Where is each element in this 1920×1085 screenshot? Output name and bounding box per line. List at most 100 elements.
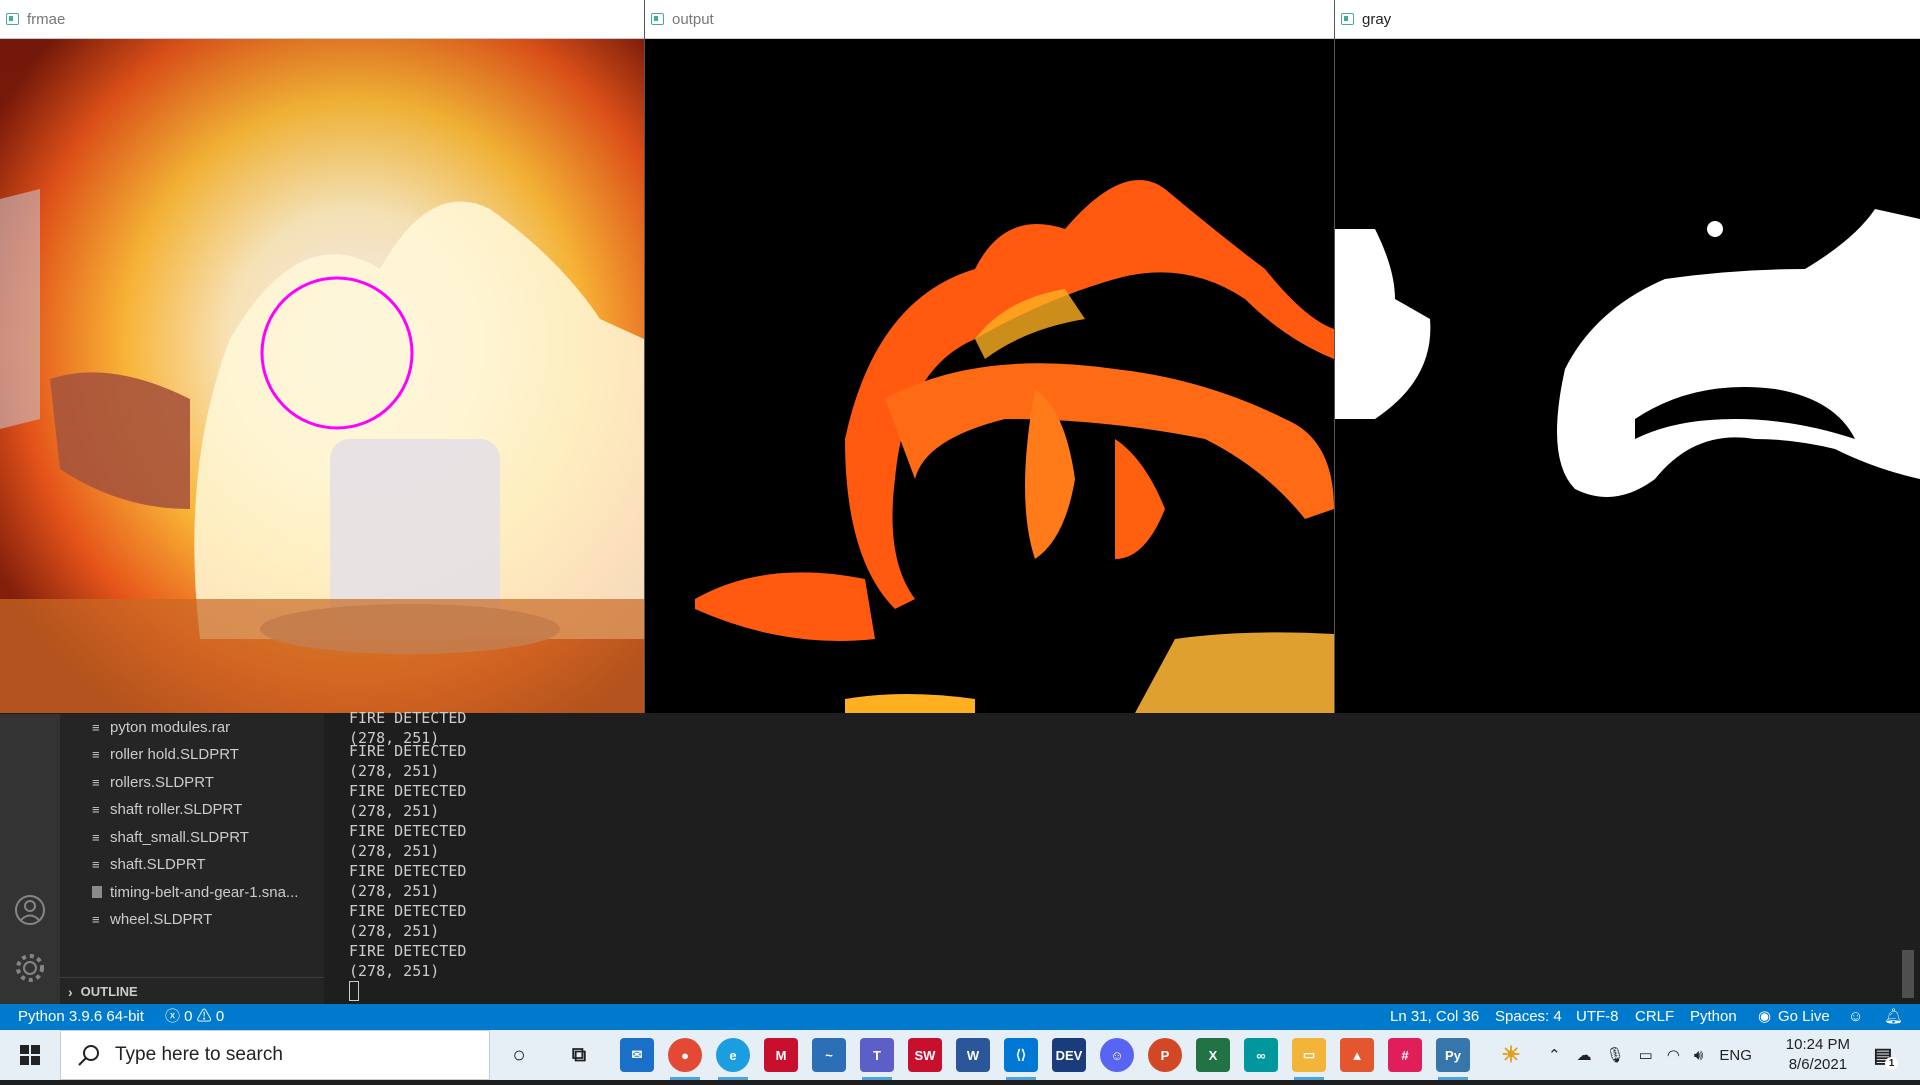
window-icon	[6, 13, 19, 25]
file-lines-icon: ≡	[92, 856, 100, 872]
whiteboard-icon[interactable]: ~	[812, 1038, 846, 1072]
file-lines-icon: ≡	[92, 911, 100, 927]
output-image	[645, 39, 1334, 713]
outline-section-header[interactable]: › OUTLINE	[60, 977, 324, 1005]
encoding-status[interactable]: UTF-8	[1576, 1004, 1619, 1030]
vscode-icon[interactable]: ⟨⟩	[1004, 1038, 1038, 1080]
excel-icon[interactable]: X	[1196, 1038, 1230, 1072]
fire-scene-image	[0, 39, 644, 713]
discord-icon[interactable]: ☺	[1100, 1038, 1134, 1072]
word-icon[interactable]: W	[956, 1038, 990, 1072]
terminal-line: FIRE DETECTED	[349, 822, 467, 840]
battery-icon[interactable]: ▭	[1639, 1046, 1653, 1064]
file-item[interactable]: ≡ shaft.SLDPRT	[92, 851, 206, 877]
arduino-icon[interactable]: ∞	[1244, 1038, 1278, 1072]
volume-icon[interactable]: 🔊︎	[1694, 1047, 1703, 1064]
search-icon	[78, 1045, 99, 1066]
indentation-status[interactable]: Spaces: 4	[1495, 1004, 1562, 1030]
account-icon[interactable]	[14, 894, 46, 926]
terminal-line: FIRE DETECTED	[349, 862, 467, 880]
gray-window[interactable]: gray	[1335, 0, 1920, 713]
terminal-line: FIRE DETECTED	[349, 742, 467, 760]
notification-count-badge: 1	[1885, 1057, 1898, 1070]
terminal-cursor	[349, 981, 359, 1001]
bell-icon[interactable]: 🔔︎	[1884, 1004, 1903, 1030]
output-window[interactable]: output	[645, 0, 1335, 713]
terminal-line: (278, 251)	[349, 922, 440, 940]
problems-status[interactable]: ⓧ 0 ⚠ 0	[165, 1004, 224, 1030]
file-lines-icon: ≡	[92, 801, 100, 817]
cloud-icon[interactable]: ☁	[1577, 1046, 1592, 1064]
terminal-panel[interactable]: FIRE DETECTED (278, 251) FIRE DETECTED (…	[324, 709, 1920, 1004]
terminal-line: FIRE DETECTED	[349, 782, 467, 800]
gray-window-titlebar[interactable]: gray	[1335, 0, 1920, 39]
gray-window-title: gray	[1362, 10, 1392, 28]
terminal-scrollbar[interactable]	[1902, 950, 1914, 998]
clock-date: 8/6/2021	[1788, 1056, 1848, 1073]
python-interpreter-status[interactable]: Python 3.9.6 64-bit	[18, 1004, 144, 1030]
weather-icon[interactable]: ☀	[1494, 1038, 1528, 1072]
file-lines-icon: ≡	[92, 746, 100, 762]
terminal-line: (278, 251)	[349, 962, 440, 980]
slack-icon[interactable]: #	[1388, 1038, 1422, 1072]
system-tray: ⌃ ☁ 🎙︎ ▭ ◠ 🔊︎ ENG	[1548, 1030, 1752, 1080]
cortana-icon[interactable]: ○	[502, 1038, 536, 1072]
gear-icon[interactable]	[14, 952, 46, 984]
file-item[interactable]: ≡ roller hold.SLDPRT	[92, 741, 239, 767]
file-item[interactable]: ≡ shaft roller.SLDPRT	[92, 796, 242, 822]
terminal-line: (278, 251)	[349, 762, 440, 780]
terminal-line: FIRE DETECTED	[349, 902, 467, 920]
masked-fire-image	[645, 39, 1334, 713]
devcpp-icon[interactable]: DEV	[1052, 1038, 1086, 1072]
taskbar-search-box[interactable]: Type here to search	[60, 1030, 490, 1080]
microphone-icon[interactable]: 🎙︎	[1606, 1046, 1625, 1064]
clock-time: 10:24 PM	[1785, 1036, 1850, 1053]
gray-image	[1335, 39, 1920, 713]
file-item[interactable]: ≡ rollers.SLDPRT	[92, 769, 214, 795]
search-placeholder: Type here to search	[115, 1044, 283, 1065]
chevron-up-icon[interactable]: ⌃	[1548, 1046, 1561, 1064]
mcafee-icon[interactable]: M	[764, 1038, 798, 1072]
language-indicator[interactable]: ENG	[1719, 1047, 1752, 1064]
chrome-icon[interactable]: ●	[668, 1038, 702, 1080]
chevron-right-icon: ›	[68, 983, 73, 1000]
feedback-icon[interactable]: ☺	[1848, 1004, 1863, 1030]
binary-mask-image	[1335, 39, 1920, 713]
file-item[interactable]: timing-belt-and-gear-1.sna...	[92, 879, 298, 905]
frame-window-titlebar[interactable]: frmae	[0, 0, 644, 39]
terminal-line: FIRE DETECTED	[349, 709, 467, 727]
clock[interactable]: 10:24 PM 8/6/2021	[1786, 1035, 1850, 1075]
eol-status[interactable]: CRLF	[1635, 1004, 1674, 1030]
output-window-titlebar[interactable]: output	[645, 0, 1334, 39]
edge-icon[interactable]: e	[716, 1038, 750, 1080]
output-window-title: output	[672, 10, 714, 28]
windows-start-button[interactable]	[0, 1030, 60, 1080]
matlab-icon[interactable]: ▲	[1340, 1038, 1374, 1072]
python-window-icon[interactable]: Py	[1436, 1038, 1470, 1080]
frame-window[interactable]: frmae	[0, 0, 645, 713]
file-item[interactable]: ≡ pyton modules.rar	[92, 714, 230, 740]
window-icon	[1341, 13, 1354, 25]
terminal-line: (278, 251)	[349, 802, 440, 820]
activity-bar	[0, 714, 60, 1004]
file-explorer-icon[interactable]: ▭	[1292, 1038, 1326, 1080]
notification-center-icon[interactable]: ▤ 1	[1866, 1038, 1900, 1072]
frame-window-title: frmae	[27, 10, 66, 28]
file-lines-icon: ≡	[92, 719, 100, 735]
powerpoint-icon[interactable]: P	[1148, 1038, 1182, 1072]
task-view-icon[interactable]: ⧉	[562, 1038, 596, 1072]
wifi-icon[interactable]: ◠	[1667, 1046, 1680, 1064]
terminal-line: (278, 251)	[349, 882, 440, 900]
cursor-position-status[interactable]: Ln 31, Col 36	[1390, 1004, 1479, 1030]
broadcast-icon: ◉	[1758, 1008, 1772, 1025]
status-bar: Python 3.9.6 64-bit ⓧ 0 ⚠ 0 Ln 31, Col 3…	[0, 1004, 1920, 1030]
go-live-button[interactable]: Go Live	[1778, 1004, 1830, 1030]
teams-icon[interactable]: T	[860, 1038, 894, 1080]
language-mode-status[interactable]: Python	[1690, 1004, 1737, 1030]
mail-icon[interactable]: ✉	[620, 1038, 654, 1072]
file-item[interactable]: ≡ shaft_small.SLDPRT	[92, 824, 249, 850]
explorer-panel: ≡ pyton modules.rar ≡ roller hold.SLDPRT ≡…	[60, 714, 324, 1004]
frame-image	[0, 39, 644, 713]
file-item[interactable]: ≡ wheel.SLDPRT	[92, 906, 212, 932]
solidworks-icon[interactable]: SW	[908, 1038, 942, 1072]
